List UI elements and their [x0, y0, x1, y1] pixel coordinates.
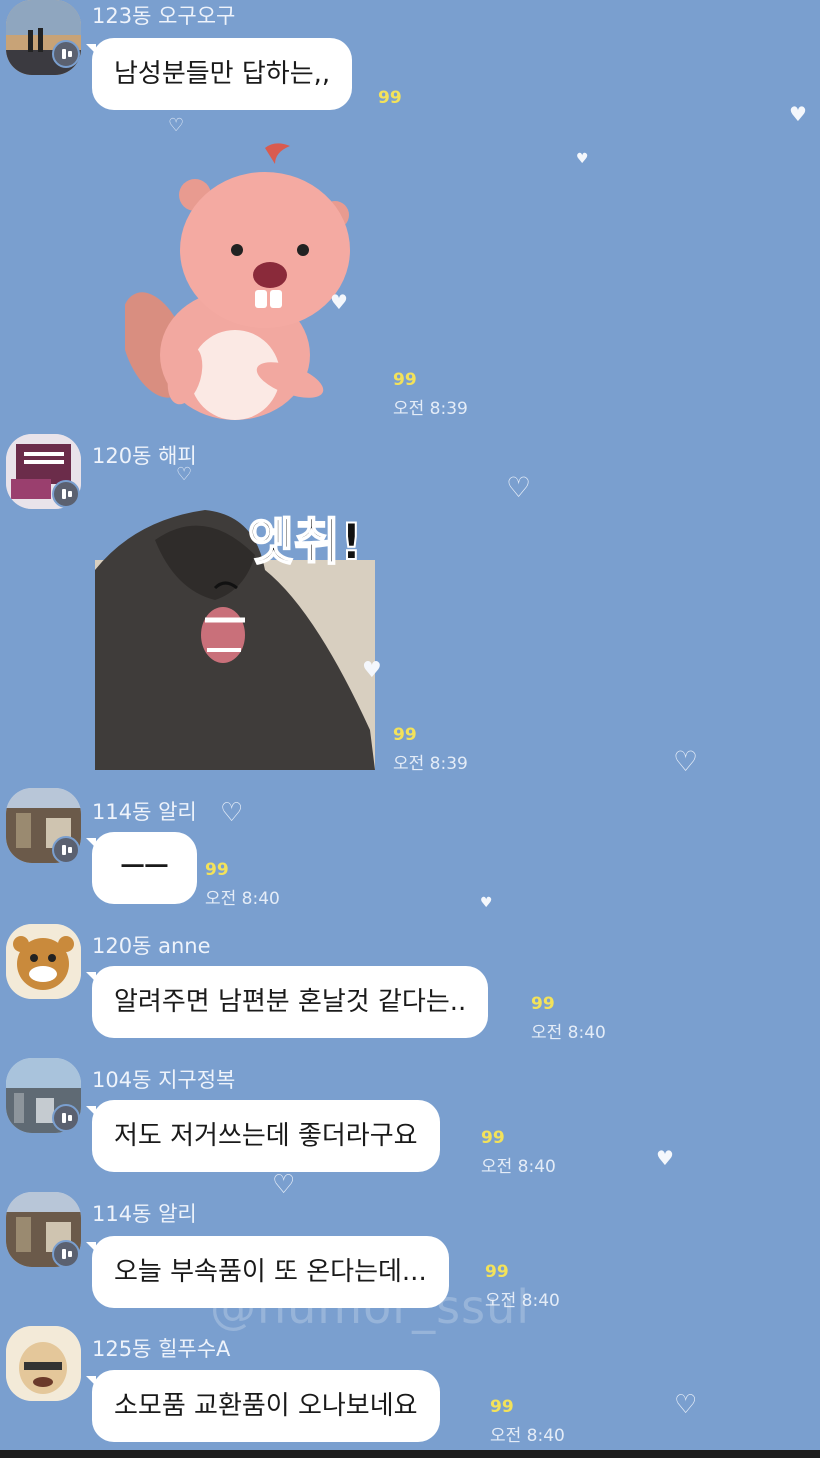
- profile-badge-icon: [52, 1104, 80, 1132]
- heart-icon: ♥: [789, 102, 807, 126]
- sender-name: 125동 힐푸수A: [92, 1337, 231, 1361]
- avatar[interactable]: [6, 1326, 81, 1401]
- heart-icon: ♥: [362, 658, 382, 683]
- profile-badge-icon: [52, 480, 80, 508]
- watermark: @humor_ssul: [210, 1280, 531, 1334]
- profile-badge-icon: [52, 40, 80, 68]
- beaver-sticker[interactable]: [121, 140, 355, 420]
- heart-outline-icon: ♡: [272, 1170, 296, 1200]
- timestamp: 오전 8:40: [490, 1426, 565, 1446]
- profile-badge-icon: [52, 1240, 80, 1268]
- timestamp: 오전 8:39: [393, 754, 468, 774]
- unread-count: 99: [485, 1262, 509, 1282]
- sender-name: 114동 알리: [92, 800, 197, 824]
- unread-count: 99: [393, 370, 417, 390]
- timestamp: 오전 8:40: [481, 1157, 556, 1177]
- sticker-caption: 엣취!: [247, 512, 364, 572]
- message-bubble[interactable]: 소모품 교환품이 오나보네요: [86, 1370, 440, 1442]
- profile-badge-icon: [52, 836, 80, 864]
- unread-count: 99: [531, 994, 555, 1014]
- sender-name: 123동 오구오구: [92, 4, 236, 28]
- message-bubble[interactable]: 남성분들만 답하는,,: [85, 38, 353, 110]
- message-bubble[interactable]: 알려주면 남편분 혼날것 같다는..: [85, 966, 489, 1038]
- heart-icon: ♥: [656, 1146, 674, 1170]
- heart-outline-icon: ♡: [673, 745, 699, 778]
- heart-icon: ♥: [480, 895, 493, 911]
- unread-count: 99: [378, 88, 402, 108]
- timestamp: 오전 8:39: [393, 399, 468, 419]
- sender-name: 114동 알리: [92, 1202, 197, 1226]
- sender-name: 104동 지구정복: [92, 1068, 236, 1092]
- unread-count: 99: [481, 1128, 505, 1148]
- heart-outline-icon: ♡: [220, 798, 244, 828]
- heart-icon: ♥: [330, 290, 348, 314]
- unread-count: 99: [490, 1397, 514, 1417]
- heart-outline-icon: ♡: [506, 471, 532, 504]
- message-bubble[interactable]: ㅡㅡ: [86, 832, 197, 904]
- heart-outline-icon: ♡: [168, 115, 185, 136]
- unread-count: 99: [205, 860, 229, 880]
- sender-name: 120동 anne: [92, 934, 211, 958]
- unread-count: 99: [393, 725, 417, 745]
- timestamp: 오전 8:40: [531, 1023, 606, 1043]
- timestamp: 오전 8:40: [205, 889, 280, 909]
- bottom-bar: [0, 1450, 820, 1458]
- message-bubble[interactable]: 저도 저거쓰는데 좋더라구요: [86, 1100, 440, 1172]
- heart-outline-icon: ♡: [176, 464, 193, 485]
- avatar[interactable]: [6, 924, 81, 999]
- heart-outline-icon: ♡: [674, 1390, 698, 1420]
- heart-icon: ♥: [576, 151, 589, 167]
